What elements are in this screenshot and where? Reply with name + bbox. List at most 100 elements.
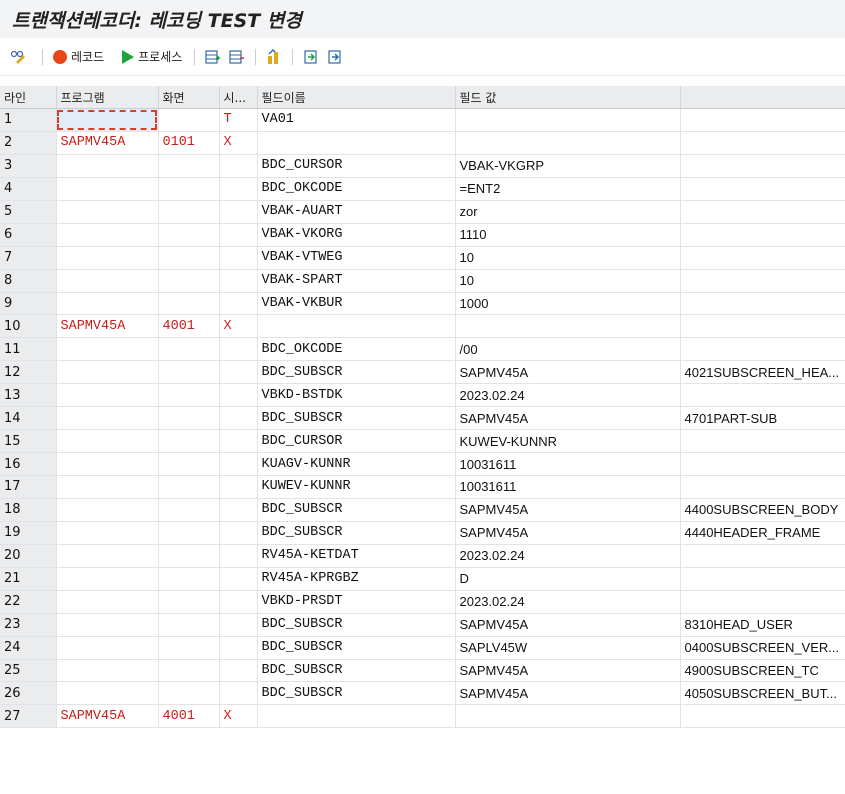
field-value-cell[interactable]: SAPMV45A bbox=[455, 360, 681, 385]
screen-cell[interactable] bbox=[158, 108, 220, 132]
field-extra-cell[interactable]: 4050SUBSCREEN_BUT... bbox=[680, 681, 845, 706]
field-name-cell[interactable]: RV45A-KPRGBZ bbox=[257, 567, 456, 591]
program-cell[interactable] bbox=[56, 246, 159, 270]
program-cell[interactable] bbox=[56, 590, 159, 614]
field-value-cell[interactable]: D bbox=[455, 567, 681, 591]
import-button[interactable] bbox=[303, 49, 323, 65]
field-extra-cell[interactable]: 4400SUBSCREEN_BODY bbox=[680, 498, 845, 522]
field-value-cell[interactable]: 1110 bbox=[455, 223, 681, 247]
field-name-cell[interactable]: BDC_SUBSCR bbox=[257, 406, 456, 431]
field-name-cell[interactable]: KUWEV-KUNNR bbox=[257, 475, 456, 499]
field-extra-cell[interactable] bbox=[680, 567, 845, 591]
field-name-cell[interactable]: BDC_SUBSCR bbox=[257, 360, 456, 385]
start-cell[interactable]: X bbox=[219, 704, 258, 729]
screen-cell[interactable] bbox=[158, 429, 220, 454]
program-cell[interactable] bbox=[56, 636, 159, 660]
field-name-cell[interactable]: BDC_OKCODE bbox=[257, 177, 456, 201]
field-extra-cell[interactable]: 4701PART-SUB bbox=[680, 406, 845, 431]
program-cell[interactable] bbox=[56, 659, 159, 683]
field-extra-cell[interactable] bbox=[680, 544, 845, 568]
program-cell[interactable] bbox=[56, 383, 159, 408]
field-name-cell[interactable]: VA01 bbox=[257, 108, 456, 132]
field-name-cell[interactable]: VBAK-SPART bbox=[257, 269, 456, 293]
column-header-field-value[interactable]: 필드 값 bbox=[455, 86, 681, 109]
field-value-cell[interactable]: KUWEV-KUNNR bbox=[455, 429, 681, 454]
field-value-cell[interactable]: 10031611 bbox=[455, 452, 681, 476]
field-value-cell[interactable]: 10 bbox=[455, 269, 681, 293]
table-row[interactable]: 4 BDC_OKCODE =ENT2 bbox=[0, 177, 845, 201]
start-cell[interactable] bbox=[219, 360, 258, 385]
field-extra-cell[interactable] bbox=[680, 223, 845, 247]
column-header-line[interactable]: 라인 bbox=[0, 86, 57, 109]
start-cell[interactable] bbox=[219, 544, 258, 568]
screen-cell[interactable] bbox=[158, 269, 220, 293]
field-extra-cell[interactable] bbox=[680, 292, 845, 316]
table-row[interactable]: 23 BDC_SUBSCR SAPMV45A 8310HEAD_USER bbox=[0, 613, 845, 637]
table-row[interactable]: 15 BDC_CURSOR KUWEV-KUNNR bbox=[0, 429, 845, 454]
start-cell[interactable]: X bbox=[219, 314, 258, 339]
program-cell[interactable] bbox=[56, 200, 159, 224]
field-value-cell[interactable]: 2023.02.24 bbox=[455, 544, 681, 568]
field-value-cell[interactable]: VBAK-VKGRP bbox=[455, 154, 681, 178]
table-row[interactable]: 21 RV45A-KPRGBZ D bbox=[0, 567, 845, 591]
field-extra-cell[interactable] bbox=[680, 154, 845, 178]
program-cell[interactable] bbox=[56, 521, 159, 545]
table-row[interactable]: 22 VBKD-PRSDT 2023.02.24 bbox=[0, 590, 845, 614]
field-value-cell[interactable]: SAPMV45A bbox=[455, 521, 681, 545]
field-extra-cell[interactable] bbox=[680, 131, 845, 155]
screen-cell[interactable] bbox=[158, 475, 220, 499]
start-cell[interactable] bbox=[219, 337, 258, 362]
screen-cell[interactable] bbox=[158, 200, 220, 224]
field-value-cell[interactable]: =ENT2 bbox=[455, 177, 681, 201]
field-name-cell[interactable]: BDC_SUBSCR bbox=[257, 521, 456, 545]
field-value-cell[interactable]: SAPMV45A bbox=[455, 613, 681, 637]
screen-cell[interactable] bbox=[158, 406, 220, 431]
program-cell[interactable] bbox=[56, 406, 159, 431]
screen-cell[interactable]: 4001 bbox=[158, 704, 220, 729]
start-cell[interactable] bbox=[219, 292, 258, 316]
field-name-cell[interactable]: KUAGV-KUNNR bbox=[257, 452, 456, 476]
table-row[interactable]: 2 SAPMV45A 0101 X bbox=[0, 131, 845, 155]
screen-cell[interactable] bbox=[158, 154, 220, 178]
start-cell[interactable] bbox=[219, 452, 258, 476]
program-cell[interactable]: SAPMV45A bbox=[56, 314, 159, 339]
field-extra-cell[interactable] bbox=[680, 314, 845, 339]
screen-cell[interactable] bbox=[158, 590, 220, 614]
table-row[interactable]: 18 BDC_SUBSCR SAPMV45A 4400SUBSCREEN_BODY bbox=[0, 498, 845, 522]
field-value-cell[interactable]: 2023.02.24 bbox=[455, 590, 681, 614]
field-name-cell[interactable] bbox=[257, 314, 456, 339]
field-name-cell[interactable]: BDC_SUBSCR bbox=[257, 636, 456, 660]
field-name-cell[interactable]: VBAK-VKBUR bbox=[257, 292, 456, 316]
screen-cell[interactable] bbox=[158, 177, 220, 201]
field-name-cell[interactable]: BDC_SUBSCR bbox=[257, 659, 456, 683]
start-cell[interactable] bbox=[219, 475, 258, 499]
screen-cell[interactable] bbox=[158, 567, 220, 591]
program-cell[interactable]: SAPMV45A bbox=[56, 131, 159, 155]
field-extra-cell[interactable] bbox=[680, 383, 845, 408]
start-cell[interactable] bbox=[219, 498, 258, 522]
start-cell[interactable] bbox=[219, 613, 258, 637]
table-row[interactable]: 14 BDC_SUBSCR SAPMV45A 4701PART-SUB bbox=[0, 406, 845, 431]
field-value-cell[interactable] bbox=[455, 314, 681, 339]
transfer-button[interactable] bbox=[266, 48, 286, 65]
field-name-cell[interactable]: BDC_SUBSCR bbox=[257, 613, 456, 637]
field-extra-cell[interactable] bbox=[680, 200, 845, 224]
table-row[interactable]: 27 SAPMV45A 4001 X bbox=[0, 704, 845, 729]
field-value-cell[interactable]: zor bbox=[455, 200, 681, 224]
program-cell[interactable] bbox=[56, 292, 159, 316]
table-row[interactable]: 20 RV45A-KETDAT 2023.02.24 bbox=[0, 544, 845, 568]
table-row[interactable]: 7 VBAK-VTWEG 10 bbox=[0, 246, 845, 270]
field-value-cell[interactable]: 10031611 bbox=[455, 475, 681, 499]
delete-row-button[interactable] bbox=[229, 49, 249, 65]
field-name-cell[interactable] bbox=[257, 131, 456, 155]
field-value-cell[interactable]: SAPLV45W bbox=[455, 636, 681, 660]
field-extra-cell[interactable]: 4900SUBSCREEN_TC bbox=[680, 659, 845, 683]
column-header-screen[interactable]: 화면 bbox=[158, 86, 220, 109]
field-value-cell[interactable] bbox=[455, 108, 681, 132]
field-extra-cell[interactable]: 0400SUBSCREEN_VER... bbox=[680, 636, 845, 660]
field-name-cell[interactable]: BDC_SUBSCR bbox=[257, 498, 456, 522]
insert-row-button[interactable] bbox=[205, 49, 225, 65]
table-row[interactable]: 24 BDC_SUBSCR SAPLV45W 0400SUBSCREEN_VER... bbox=[0, 636, 845, 660]
table-row[interactable]: 10 SAPMV45A 4001 X bbox=[0, 314, 845, 339]
start-cell[interactable] bbox=[219, 521, 258, 545]
